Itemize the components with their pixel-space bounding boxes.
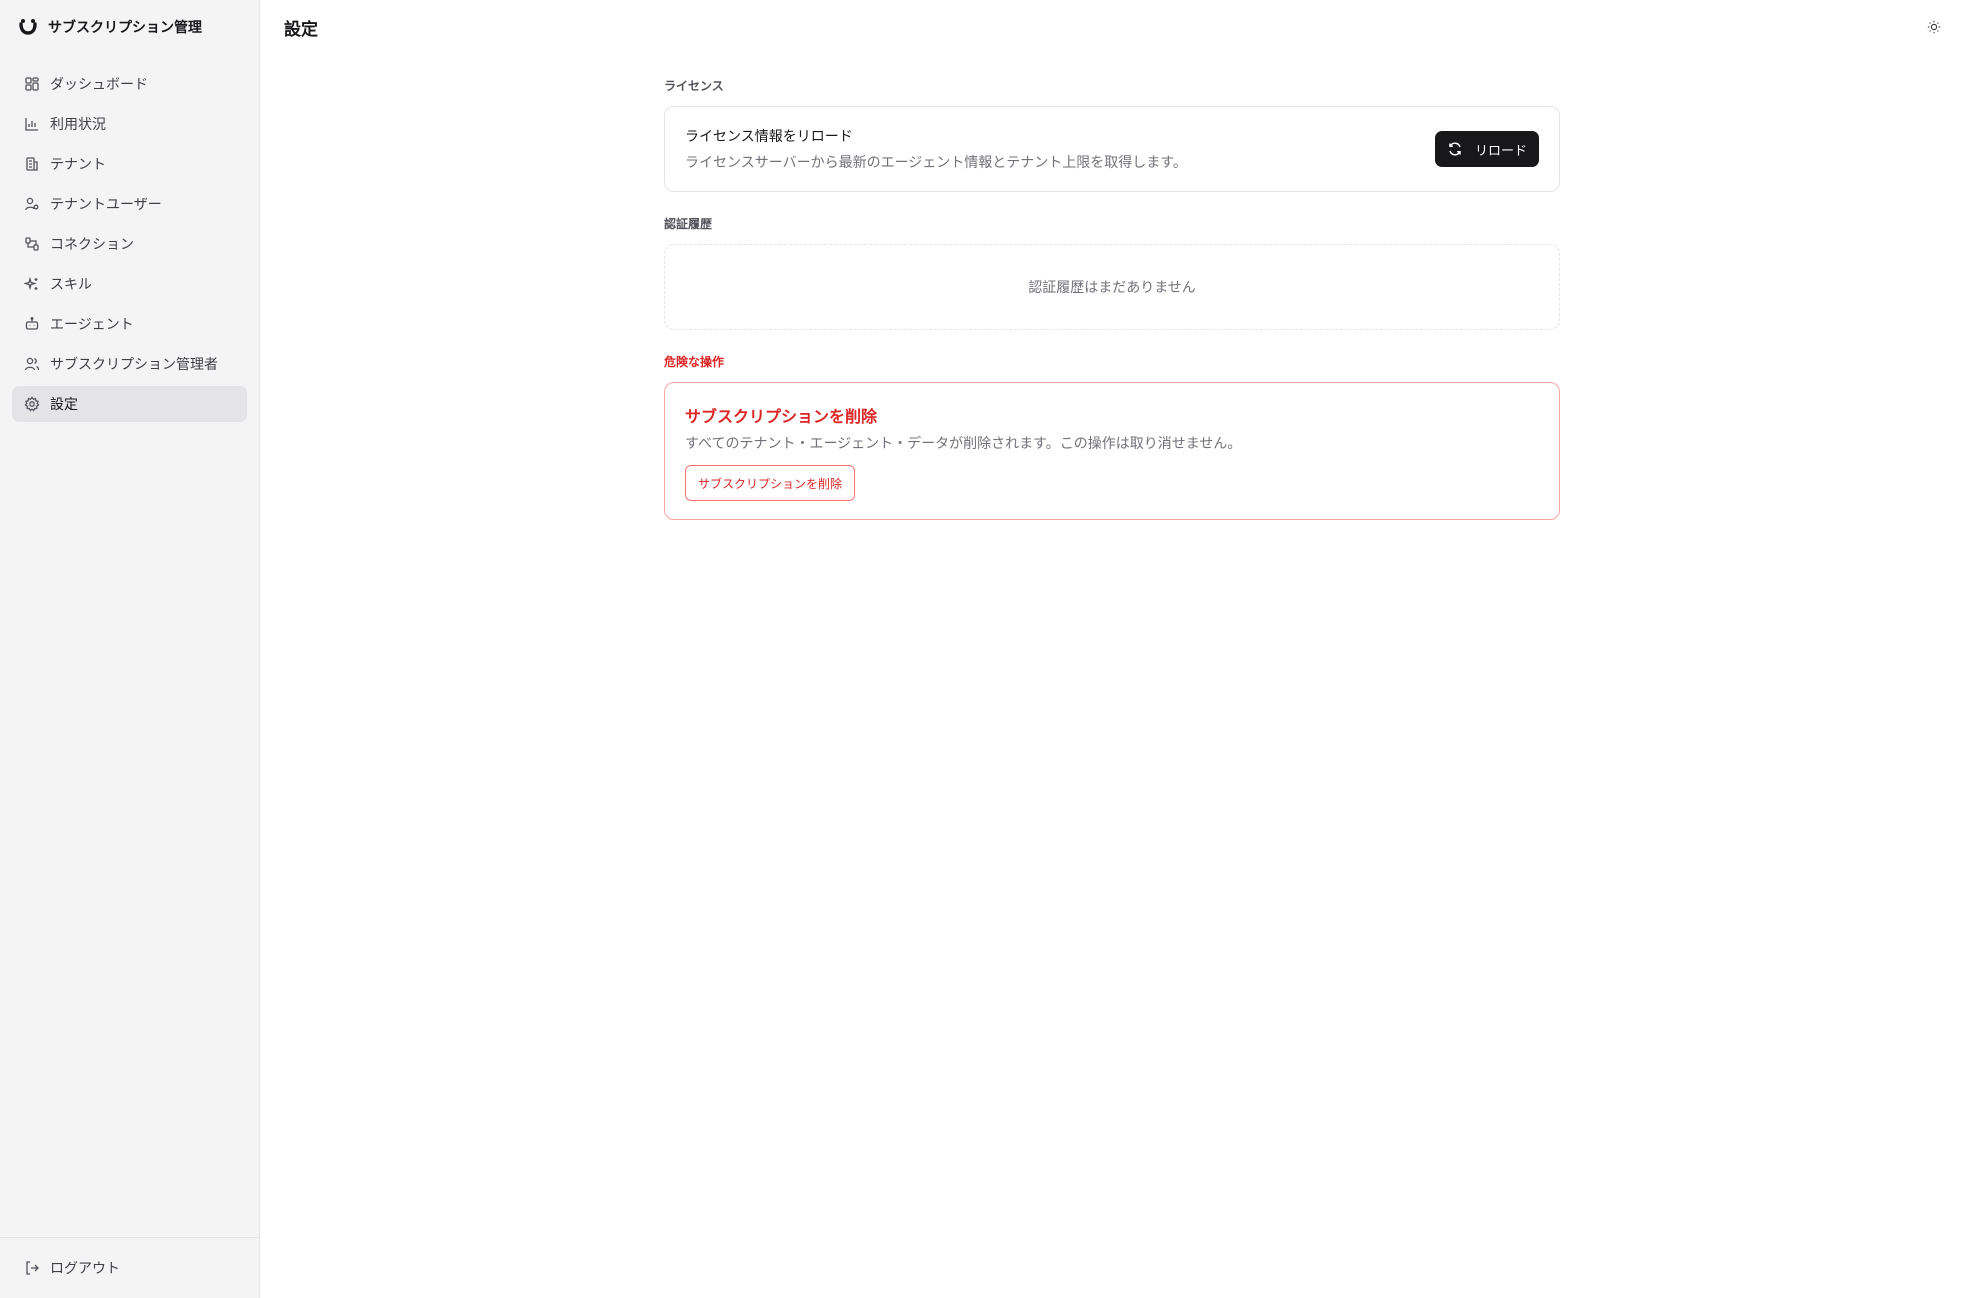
sparkles-icon [24,276,40,292]
sidebar: サブスクリプション管理 ダッシュボード 利用状況 テナント テナントユーザー コ… [0,0,260,1298]
sidebar-item-dashboard[interactable]: ダッシュボード [12,66,247,102]
main-area: 設定 ライセンス ライセンス情報をリロード ライセンスサーバーから最新のエージェ… [260,0,1966,1298]
logout-button[interactable]: ログアウト [12,1250,247,1286]
sidebar-item-settings[interactable]: 設定 [12,386,247,422]
danger-title: サブスクリプションを削除 [685,407,878,426]
sidebar-item-skills[interactable]: スキル [12,266,247,302]
connection-icon [24,236,40,252]
sidebar-item-usage[interactable]: 利用状況 [12,106,247,142]
brand[interactable]: サブスクリプション管理 [0,0,259,54]
sidebar-item-agents[interactable]: エージェント [12,306,247,342]
sidebar-item-label: 利用状況 [50,117,106,133]
topbar: 設定 [260,0,1966,54]
sidebar-item-tenants[interactable]: テナント [12,146,247,182]
brand-title: サブスクリプション管理 [48,20,202,36]
license-title: ライセンス情報をリロード [685,129,853,145]
bar-chart-icon [24,116,40,132]
license-description: ライセンスサーバーから最新のエージェント情報とテナント上限を取得します。 [685,155,1187,171]
danger-card: サブスクリプションを削除 すべてのテナント・エージェント・データが削除されます。… [664,382,1560,520]
page-title: 設定 [284,19,318,40]
logout-label: ログアウト [50,1261,120,1277]
app-shell: サブスクリプション管理 ダッシュボード 利用状況 テナント テナントユーザー コ… [0,0,1966,1298]
auth-history-empty: 認証履歴はまだありません [664,244,1560,330]
sidebar-item-subscription-admins[interactable]: サブスクリプション管理者 [12,346,247,382]
bot-icon [24,316,40,332]
logout-icon [24,1260,40,1276]
reload-button[interactable]: リロード [1434,131,1539,167]
sidebar-item-label: スキル [50,277,92,293]
sidebar-item-label: エージェント [50,317,134,333]
sidebar-item-label: 設定 [50,397,78,413]
sidebar-item-connections[interactable]: コネクション [12,226,247,262]
sidebar-item-label: ダッシュボード [50,77,148,93]
users-icon [24,356,40,372]
dashboard-icon [24,76,40,92]
sidebar-item-label: テナントユーザー [50,197,162,213]
building-icon [24,156,40,172]
sidebar-nav: ダッシュボード 利用状況 テナント テナントユーザー コネクション スキル エー… [0,54,259,422]
sidebar-item-tenant-users[interactable]: テナントユーザー [12,186,247,222]
section-label-auth-history: 認証履歴 [664,217,713,231]
user-settings-icon [24,196,40,212]
section-label-danger: 危険な操作 [664,355,725,369]
theme-toggle-button[interactable] [1924,17,1944,37]
sidebar-item-label: サブスクリプション管理者 [50,357,218,373]
settings-content: ライセンス ライセンス情報をリロード ライセンスサーバーから最新のエージェント情… [664,76,1560,520]
delete-subscription-button[interactable]: サブスクリプションを削除 [685,465,856,501]
brand-logo-icon [18,17,38,37]
danger-description: すべてのテナント・エージェント・データが削除されます。この操作は取り消せません。 [685,436,1242,452]
gear-icon [24,396,40,412]
sidebar-divider [0,1237,259,1238]
reload-button-label: リロード [1474,143,1527,159]
sidebar-item-label: テナント [50,157,106,173]
section-label-license: ライセンス [664,79,724,93]
refresh-icon [1447,141,1463,157]
sidebar-item-label: コネクション [50,237,134,253]
sun-icon [1927,20,1941,34]
license-text: ライセンス情報をリロード ライセンスサーバーから最新のエージェント情報とテナント… [685,126,1187,172]
auth-history-empty-text: 認証履歴はまだありません [1028,280,1196,296]
license-card: ライセンス情報をリロード ライセンスサーバーから最新のエージェント情報とテナント… [664,106,1560,192]
